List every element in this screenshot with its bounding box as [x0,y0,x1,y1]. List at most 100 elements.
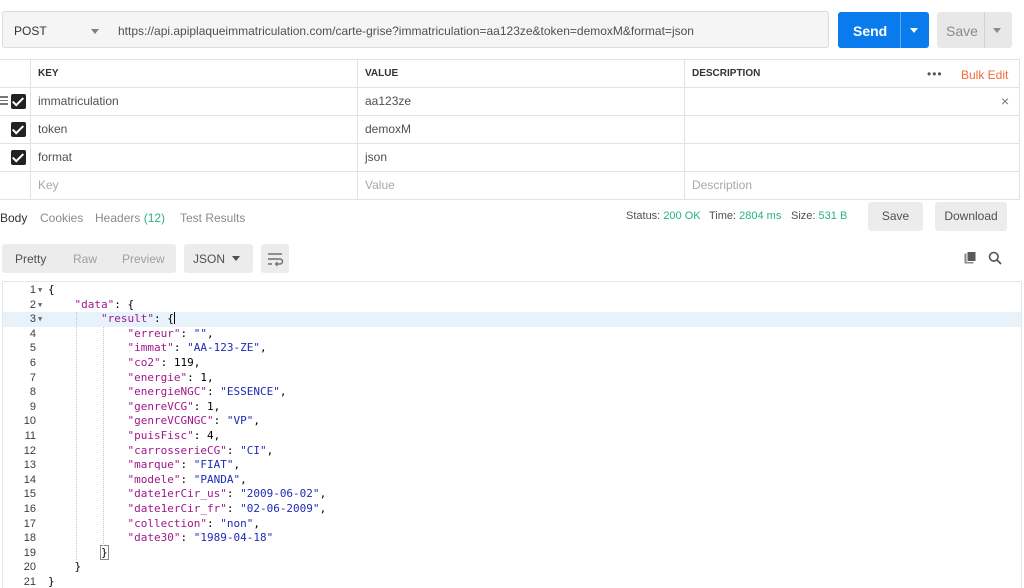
url-input[interactable]: https://api.apiplaqueimmatriculation.com… [106,11,829,48]
code-line: 4 "erreur": "", [3,327,1021,342]
json-string-value: "CI" [240,443,267,457]
download-button[interactable]: Download [935,202,1007,231]
send-label: Send [853,23,888,39]
param-value[interactable]: json [357,144,684,172]
param-checkbox[interactable] [11,150,26,165]
code-line: 1 ▼ { [3,283,1021,298]
save-request-button[interactable]: Save [937,12,1012,48]
json-key: "date1erCir_fr" [127,502,227,515]
json-key: "date30" [127,531,181,545]
matching-bracket: } [100,544,109,560]
send-options-chevron-icon[interactable] [910,28,918,33]
remove-row-icon[interactable]: × [1001,93,1009,109]
code-line: 16 "date1erCir_fr": "02-06-2009", [3,502,1021,517]
param-key[interactable]: token [30,116,357,144]
response-body-editor[interactable]: 1 ▼{2 ▼ "data": {3 ▼ "result": {4 "erreur":… [2,281,1022,588]
fold-toggle-icon[interactable]: ▼ [38,298,42,313]
code-text: "data": { [74,297,135,311]
send-button[interactable]: Send [838,12,929,48]
line-number: 7 [29,371,36,384]
size-value: 531 B [818,210,848,222]
copy-icon[interactable] [964,251,978,265]
json-number-value: 1 [206,399,214,413]
json-number-value: 119 [173,356,194,369]
new-value-input[interactable]: Value [357,172,684,200]
param-checkbox[interactable] [11,94,26,109]
json-key: "collection" [127,516,207,530]
fold-toggle-icon[interactable]: ▼ [38,312,42,327]
line-number: 5 [29,342,36,355]
search-icon[interactable] [988,251,1002,265]
code-text: "puisFisc": 4, [127,429,221,442]
wrap-lines-icon [268,253,284,267]
param-value[interactable]: aa123ze [357,88,684,116]
param-description[interactable] [684,116,1020,144]
pretty-button[interactable]: Pretty [15,252,46,266]
code-text: } [48,575,55,588]
line-number: 19 [23,546,36,559]
code-line: 2 ▼ "data": { [3,297,1021,313]
fold-toggle-icon[interactable]: ▼ [38,283,42,298]
json-key: "energie" [127,370,188,384]
tab-headers[interactable]: Headers (12) [95,211,165,225]
json-number-value: 4 [206,429,214,442]
tab-test-results[interactable]: Test Results [180,211,245,225]
json-string-value: "PANDA" [193,472,241,486]
code-text: "immat": "AA-123-ZE", [127,341,267,355]
json-string-value: "non" [220,516,254,530]
method-select[interactable]: POST [2,11,107,48]
wrap-lines-button[interactable] [261,244,289,273]
code-line: 5 "immat": "AA-123-ZE", [3,341,1021,356]
param-checkbox-cell [0,116,30,144]
code-text: "co2": 119, [127,356,201,369]
tab-headers-label: Headers [95,211,141,225]
chevron-down-icon [232,256,240,261]
code-text: { [48,283,55,296]
json-key: "data" [74,297,115,311]
param-row: token demoxM [0,116,1020,144]
code-line: 17 "collection": "non", [3,516,1021,532]
save-options-chevron-icon[interactable] [993,28,1001,33]
line-number: 13 [23,459,36,472]
status-info: Status: 200 OK [626,210,701,222]
bulk-edit-link[interactable]: Bulk Edit [961,68,1008,82]
code-line: 20 } [3,560,1021,575]
save-response-button[interactable]: Save [868,202,923,231]
param-key[interactable]: format [30,144,357,172]
time-value: 2804 ms [739,210,782,222]
raw-button[interactable]: Raw [73,252,97,266]
tab-body[interactable]: Body [0,211,27,225]
param-new-row: Key Value Description [0,172,1020,200]
preview-button[interactable]: Preview [122,252,165,266]
param-key[interactable]: immatriculation [30,88,357,116]
param-value[interactable]: demoxM [357,116,684,144]
param-checkbox[interactable] [11,122,26,137]
json-string-value: "VP" [226,414,254,428]
line-number: 14 [23,473,36,486]
line-number: 18 [23,532,36,545]
json-string-value: "1989-04-18" [193,531,274,545]
more-options-icon[interactable]: ••• [927,68,943,80]
code-line: 14 "modele": "PANDA", [3,472,1021,488]
code-line: 15 "date1erCir_us": "2009-06-02", [3,487,1021,502]
request-bar: POST https://api.apiplaqueimmatriculatio… [0,11,1024,49]
line-number: 10 [23,415,36,428]
code-text: "energie": 1, [127,370,214,384]
param-checkbox-cell [0,172,30,200]
code-line: 21} [3,575,1021,588]
tab-cookies[interactable]: Cookies [40,211,83,225]
new-key-input[interactable]: Key [30,172,357,200]
drag-handle-icon[interactable] [0,96,8,107]
json-key: "genreVCG" [127,399,194,413]
params-header-row: KEY VALUE DESCRIPTION ••• Bulk Edit [0,60,1020,88]
json-key: "genreVCGNGC" [127,414,214,428]
param-description[interactable] [684,144,1020,172]
format-select[interactable]: JSON [184,244,253,273]
param-description[interactable] [684,88,1020,116]
param-checkbox-cell [0,144,30,172]
code-text: "energieNGC": "ESSENCE", [127,385,287,399]
new-description-input[interactable]: Description [684,172,1020,200]
code-line: 8 "energieNGC": "ESSENCE", [3,385,1021,400]
line-number: 12 [23,444,36,457]
code-line: 12 "carrosserieCG": "CI", [3,443,1021,459]
